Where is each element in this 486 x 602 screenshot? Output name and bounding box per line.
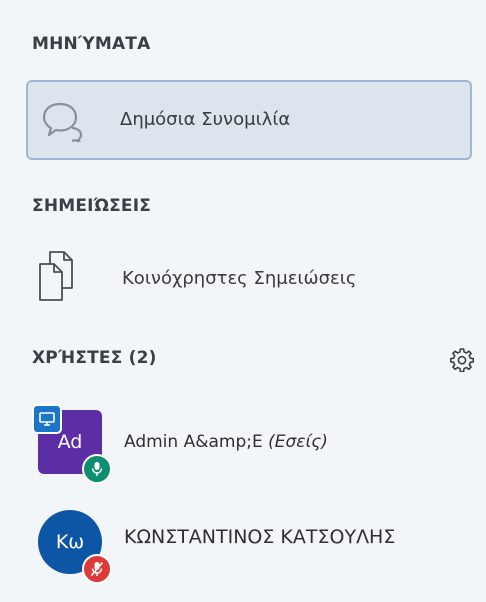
shared-notes-item[interactable]: Κοινόχρηστες Σημειώσεις: [38, 248, 468, 308]
public-chat-item[interactable]: Δημόσια Συνομιλία: [26, 80, 472, 160]
chat-bubbles-icon: [42, 102, 83, 142]
user-name: Admin A&amp;E (Εσείς): [124, 432, 328, 452]
avatar-initials: Ad: [57, 431, 83, 453]
microphone-muted-icon: [82, 554, 112, 584]
users-section-title: ΧΡΉΣΤΕΣ (2): [32, 348, 157, 368]
user-list-item[interactable]: Ad Admin A&amp;E (Εσείς): [32, 404, 478, 484]
documents-icon: [39, 251, 73, 301]
microphone-icon: [82, 454, 112, 484]
presenter-screen-icon: [32, 404, 62, 434]
user-name: ΚΩΝΣΤΑΝΤΙΝΟΣ ΚΑΤΣΟΥΛΗΣ: [124, 526, 396, 548]
user-list-item[interactable]: Κω ΚΩΝΣΤΑΝΤΙΝΟΣ ΚΑΤΣΟΥΛΗΣ: [38, 510, 478, 584]
notes-section-title: ΣΗΜΕΙΏΣΕΙΣ: [32, 196, 152, 216]
messages-section-title: ΜΗΝΎΜΑΤΑ: [32, 34, 151, 54]
public-chat-label: Δημόσια Συνομιλία: [120, 109, 291, 130]
gear-icon[interactable]: [450, 348, 474, 372]
you-label: (Εσείς): [268, 432, 328, 452]
avatar-initials: Κω: [55, 531, 85, 553]
shared-notes-label: Κοινόχρηστες Σημειώσεις: [122, 268, 357, 289]
